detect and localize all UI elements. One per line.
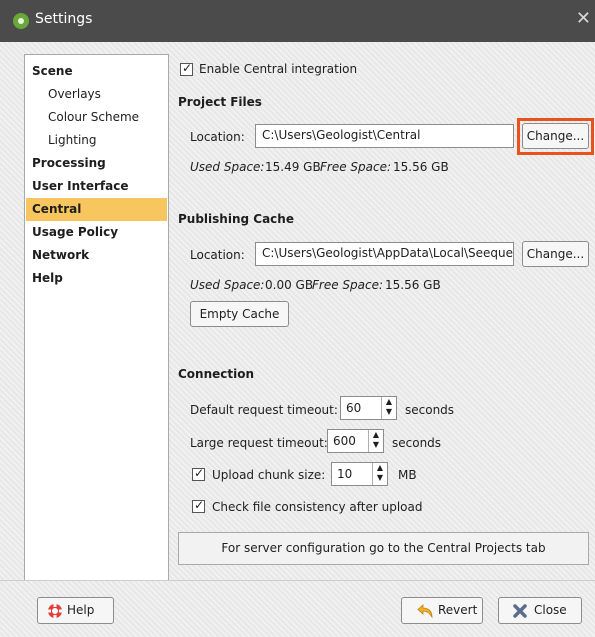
- nav-item-help[interactable]: Help: [26, 267, 167, 290]
- footer-divider: [0, 580, 595, 581]
- cache-free-space-value: 15.56 GB: [385, 278, 441, 292]
- nav-item-overlays[interactable]: Overlays: [26, 83, 167, 106]
- upload-chunk-unit: MB: [398, 468, 417, 482]
- revert-arrow-icon: [417, 604, 433, 619]
- large-timeout-stepper[interactable]: 600 ▲ ▼: [327, 429, 384, 453]
- nav-item-lighting[interactable]: Lighting: [26, 129, 167, 152]
- server-configuration-note: For server configuration go to the Centr…: [178, 532, 589, 565]
- cache-used-space-value: 0.00 GB: [265, 278, 314, 292]
- large-timeout-unit: seconds: [392, 436, 442, 450]
- nav-item-network[interactable]: Network: [26, 244, 167, 267]
- lifebuoy-icon: [48, 604, 62, 618]
- project-location-field[interactable]: C:\Users\Geologist\Central: [255, 124, 514, 148]
- upload-chunk-label: Upload chunk size:: [212, 468, 326, 482]
- close-x-icon: [513, 604, 527, 618]
- cache-used-space-label: Used Space:: [190, 278, 265, 292]
- upload-chunk-stepper[interactable]: 10 ▲ ▼: [331, 462, 388, 486]
- cache-location-label: Location:: [190, 248, 245, 262]
- revert-button-label: Revert: [438, 603, 478, 617]
- revert-button[interactable]: Revert: [401, 597, 483, 624]
- large-timeout-label: Large request timeout:: [190, 436, 328, 450]
- nav-item-usage-policy[interactable]: Usage Policy: [26, 221, 167, 244]
- connection-heading: Connection: [178, 367, 255, 381]
- project-location-label: Location:: [190, 130, 245, 144]
- project-free-space-value: 15.56 GB: [393, 160, 449, 174]
- window-title: Settings: [35, 11, 93, 27]
- upload-chunk-checkbox[interactable]: [192, 466, 205, 481]
- spin-arrows-icon[interactable]: ▲ ▼: [368, 430, 383, 452]
- help-button-label: Help: [67, 603, 95, 617]
- change-button-highlight: [517, 118, 594, 155]
- help-button[interactable]: Help: [37, 597, 114, 624]
- publishing-cache-heading: Publishing Cache: [178, 212, 294, 226]
- close-button[interactable]: Close: [498, 597, 582, 624]
- nav-item-colour-scheme[interactable]: Colour Scheme: [26, 106, 167, 129]
- default-timeout-value[interactable]: 60: [346, 401, 361, 415]
- app-logo-icon: [13, 13, 29, 29]
- cache-location-field[interactable]: C:\Users\Geologist\AppData\Local\Seequen…: [255, 242, 514, 266]
- settings-nav: Scene Overlays Colour Scheme Lighting Pr…: [24, 54, 169, 581]
- project-files-heading: Project Files: [178, 95, 262, 109]
- spin-arrows-icon[interactable]: ▲ ▼: [372, 463, 387, 485]
- file-consistency-checkbox[interactable]: [192, 498, 205, 513]
- nav-item-user-interface[interactable]: User Interface: [26, 175, 167, 198]
- default-timeout-stepper[interactable]: 60 ▲ ▼: [340, 396, 397, 420]
- enable-central-checkbox[interactable]: [180, 61, 193, 76]
- file-consistency-label: Check file consistency after upload: [212, 500, 423, 514]
- settings-window: Settings ✕ Scene Overlays Colour Scheme …: [0, 0, 595, 637]
- project-free-space-label: Free Space:: [320, 160, 392, 174]
- nav-item-central[interactable]: Central: [26, 198, 167, 221]
- cache-free-space-label: Free Space:: [312, 278, 384, 292]
- default-timeout-unit: seconds: [405, 403, 455, 417]
- nav-item-processing[interactable]: Processing: [26, 152, 167, 175]
- large-timeout-value[interactable]: 600: [333, 434, 356, 448]
- cache-change-button[interactable]: Change...: [522, 241, 589, 267]
- default-timeout-label: Default request timeout:: [190, 403, 338, 417]
- enable-central-label: Enable Central integration: [199, 62, 358, 76]
- project-used-space-value: 15.49 GB: [265, 160, 321, 174]
- central-settings-panel: Enable Central integration Project Files…: [167, 54, 595, 579]
- close-window-icon[interactable]: ✕: [576, 8, 591, 29]
- project-used-space-label: Used Space:: [190, 160, 265, 174]
- empty-cache-button[interactable]: Empty Cache: [190, 301, 289, 327]
- nav-item-scene[interactable]: Scene: [26, 60, 167, 83]
- close-button-label: Close: [534, 603, 567, 617]
- upload-chunk-value[interactable]: 10: [337, 467, 352, 481]
- title-bar: Settings ✕: [0, 0, 595, 42]
- spin-arrows-icon[interactable]: ▲ ▼: [381, 397, 396, 419]
